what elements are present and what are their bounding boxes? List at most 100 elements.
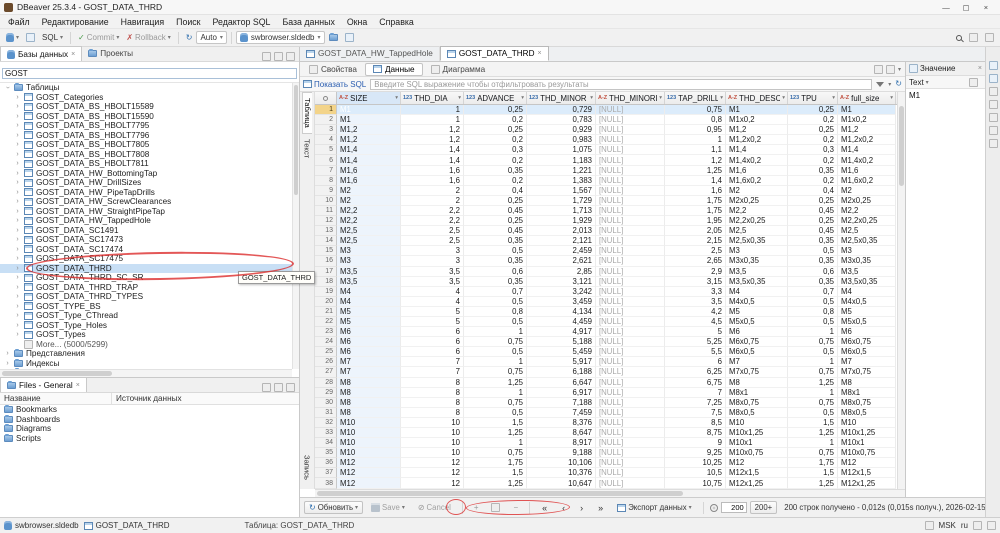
grid-cell[interactable]: 0,5 xyxy=(464,246,527,256)
row-number[interactable]: 19 xyxy=(315,287,337,297)
grid-cell[interactable]: [NULL] xyxy=(596,226,665,236)
grid-cell[interactable]: M3 xyxy=(337,246,401,256)
tree-item-GOST_Type_CThread[interactable]: ›GOST_Type_CThread xyxy=(0,311,299,321)
grid-cell[interactable]: 6 xyxy=(401,347,464,357)
grid-cell[interactable]: M12 xyxy=(838,458,896,468)
tree-filter-input[interactable] xyxy=(2,68,297,79)
tree-vertical-scrollbar[interactable] xyxy=(292,83,299,369)
grid-cell[interactable]: 7,188 xyxy=(527,398,596,408)
save-button[interactable]: Save▾ xyxy=(366,501,410,514)
tree-item-More... (5000/5299)[interactable]: More... (5000/5299) xyxy=(0,340,299,350)
grid-cell[interactable]: M1,6 xyxy=(838,166,896,176)
grid-cell[interactable]: 1,383 xyxy=(527,176,596,186)
grid-cell[interactable]: [NULL] xyxy=(596,105,665,115)
view-tab-Диаграмма[interactable]: Диаграмма xyxy=(424,63,493,76)
grid-cell[interactable]: 1 xyxy=(464,327,527,337)
chevron-collapsed-icon[interactable]: › xyxy=(14,246,21,253)
grid-cell[interactable]: M8 xyxy=(337,398,401,408)
grid-cell[interactable]: 2,2 xyxy=(401,206,464,216)
grid-cell[interactable]: M2 xyxy=(838,186,896,196)
grid-cell[interactable]: 1,1 xyxy=(665,145,726,155)
panel-grid-icon[interactable] xyxy=(989,61,998,70)
grid-cell[interactable]: [NULL] xyxy=(596,327,665,337)
grid-cell[interactable]: M2,2x0,25 xyxy=(838,216,896,226)
grid-cell[interactable]: [NULL] xyxy=(596,135,665,145)
grid-cell[interactable]: 1,75 xyxy=(464,458,527,468)
grid-cell[interactable]: 0,3 xyxy=(464,145,527,155)
grid-cell[interactable]: 0,5 xyxy=(788,408,838,418)
grid-cell[interactable]: 10 xyxy=(401,448,464,458)
grid-cell[interactable]: 0,45 xyxy=(464,226,527,236)
grid-cell[interactable]: M3,5 xyxy=(838,267,896,277)
delete-row-button[interactable]: − xyxy=(508,502,523,514)
grid-cell[interactable]: M2 xyxy=(337,196,401,206)
grid-cell[interactable]: M8x1 xyxy=(838,388,896,398)
grid-cell[interactable]: 6 xyxy=(401,327,464,337)
column-menu-icon[interactable]: ▾ xyxy=(832,95,835,101)
grid-cell[interactable]: 1,25 xyxy=(464,478,527,488)
grid-cell[interactable]: M8x0,75 xyxy=(726,398,788,408)
grid-cell[interactable]: M12x1,25 xyxy=(838,478,896,488)
grid-cell[interactable]: M10x0,75 xyxy=(726,448,788,458)
grid-cell[interactable]: [NULL] xyxy=(596,458,665,468)
column-menu-icon[interactable]: ▾ xyxy=(395,95,398,101)
grid-cell[interactable]: M3,5 xyxy=(337,267,401,277)
grid-cell[interactable]: M6 xyxy=(337,327,401,337)
grid-cell[interactable]: M1,2 xyxy=(337,125,401,135)
grid-cell[interactable]: M1 xyxy=(726,105,788,115)
chevron-collapsed-icon[interactable]: › xyxy=(14,189,21,196)
grid-cell[interactable]: 0,75 xyxy=(788,448,838,458)
grid-cell[interactable]: 0,5 xyxy=(464,317,527,327)
files-item-Diagrams[interactable]: Diagrams xyxy=(0,424,299,434)
grid-cell[interactable]: M1,2 xyxy=(838,125,896,135)
grid-cell[interactable]: M3x0,35 xyxy=(838,256,896,266)
chevron-collapsed-icon[interactable]: › xyxy=(14,236,21,243)
grid-cell[interactable]: 8,75 xyxy=(665,428,726,438)
chevron-collapsed-icon[interactable]: › xyxy=(14,265,21,272)
grid-cell[interactable]: 0,4 xyxy=(464,186,527,196)
grid-cell[interactable]: [NULL] xyxy=(596,155,665,165)
collapse-all-icon[interactable] xyxy=(262,52,271,61)
grid-cell[interactable]: M1,4x0,2 xyxy=(838,155,896,165)
tree-item-GOST_DATA_BS_HBOLT15589[interactable]: ›GOST_DATA_BS_HBOLT15589 xyxy=(0,102,299,112)
files-item-Bookmarks[interactable]: Bookmarks xyxy=(0,405,299,415)
grid-cell[interactable]: M6 xyxy=(838,327,896,337)
grid-cell[interactable]: 12 xyxy=(401,458,464,468)
grid-cell[interactable]: 0,25 xyxy=(464,196,527,206)
grid-cell[interactable]: 2,05 xyxy=(665,226,726,236)
select-all-corner[interactable] xyxy=(315,92,337,104)
editor-refresh-icon[interactable] xyxy=(886,65,895,74)
grid-cell[interactable]: M1 xyxy=(838,105,896,115)
grid-cell[interactable]: 0,75 xyxy=(788,398,838,408)
grid-cell[interactable]: M4x0,5 xyxy=(726,297,788,307)
row-number[interactable]: 30 xyxy=(315,398,337,408)
row-number[interactable]: 18 xyxy=(315,277,337,287)
row-number[interactable]: 15 xyxy=(315,246,337,256)
grid-cell[interactable]: 1,25 xyxy=(788,428,838,438)
chevron-collapsed-icon[interactable]: › xyxy=(14,208,21,215)
grid-cell[interactable]: 4,459 xyxy=(527,317,596,327)
grid-cell[interactable]: 7,25 xyxy=(665,398,726,408)
panel-value-icon[interactable] xyxy=(989,74,998,83)
commit-button[interactable]: ✓Commit▾ xyxy=(75,32,122,43)
grid-cell[interactable]: M3,5 xyxy=(337,277,401,287)
grid-cell[interactable]: 3,5 xyxy=(401,267,464,277)
grid-cell[interactable]: M1,6x0,2 xyxy=(726,176,788,186)
grid-cell[interactable]: 2 xyxy=(401,186,464,196)
grid-cell[interactable]: 1,25 xyxy=(464,378,527,388)
grid-cell[interactable]: M10 xyxy=(838,418,896,428)
grid-cell[interactable]: 5,917 xyxy=(527,357,596,367)
panel-references-icon[interactable] xyxy=(989,113,998,122)
grid-cell[interactable]: M2,5 xyxy=(838,226,896,236)
grid-cell[interactable]: M7 xyxy=(337,357,401,367)
grid-cell[interactable]: 10,376 xyxy=(527,468,596,478)
grid-cell[interactable]: [NULL] xyxy=(596,166,665,176)
grid-cell[interactable]: 2,621 xyxy=(527,256,596,266)
grid-cell[interactable]: 0,35 xyxy=(788,166,838,176)
grid-cell[interactable]: M12x1,25 xyxy=(726,478,788,488)
row-number[interactable]: 25 xyxy=(315,347,337,357)
grid-cell[interactable]: [NULL] xyxy=(596,287,665,297)
column-header-THD_MINOR[interactable]: 123THD_MINOR▾ xyxy=(527,92,596,104)
grid-cell[interactable]: M8x0,75 xyxy=(838,398,896,408)
grid-cell[interactable]: M7x0,75 xyxy=(838,367,896,377)
